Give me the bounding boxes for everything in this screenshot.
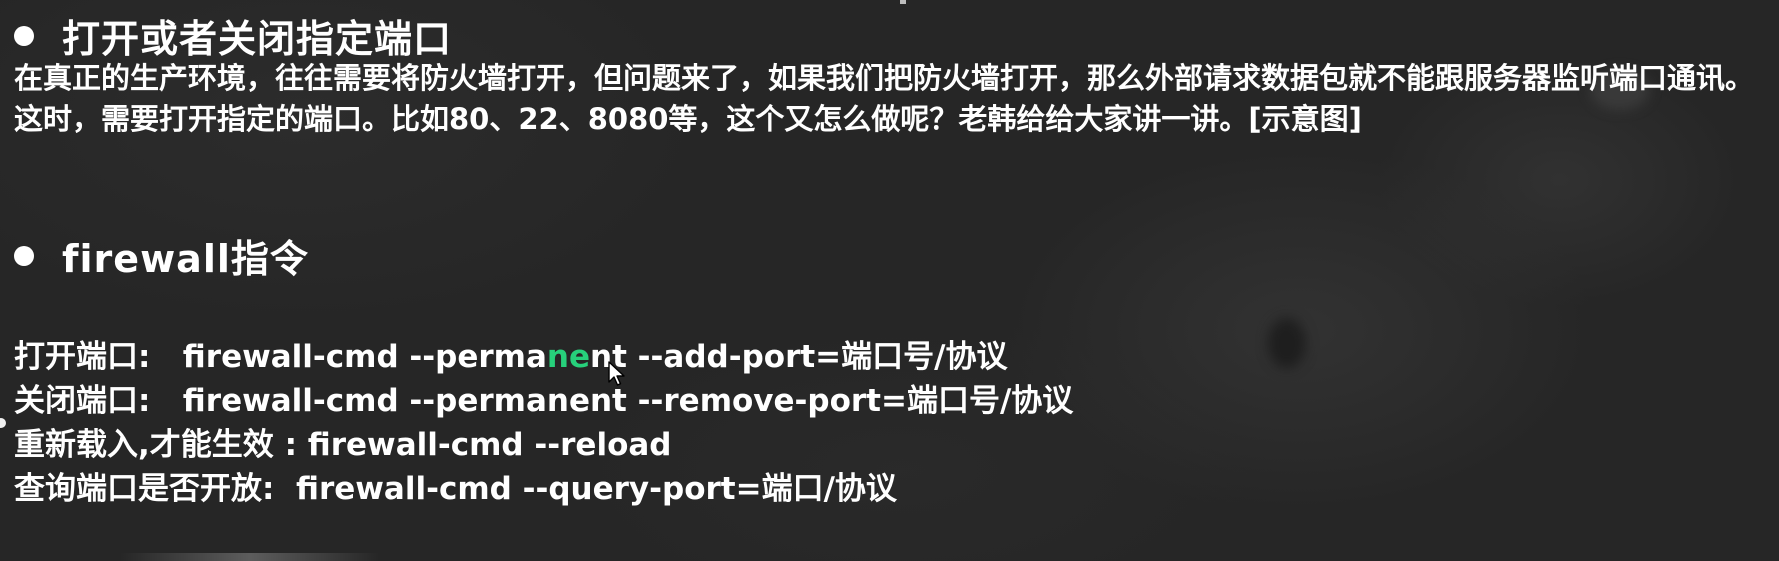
bullet-icon — [14, 245, 34, 266]
edge-dot-icon — [0, 418, 6, 428]
intro-paragraph: 在真正的生产环境，往往需要将防火墙打开，但问题来了，如果我们把防火墙打开，那么外… — [14, 61, 1755, 136]
command-close-port: 关闭端口: firewall-cmd --permanent --remove-… — [14, 379, 1754, 423]
command-reload: 重新载入,才能生效 : firewall-cmd --reload — [14, 423, 1754, 467]
command-query-port: 查询端口是否开放: firewall-cmd --query-port=端口/协… — [14, 467, 1754, 511]
command-text: firewall-cmd --query-port=端口/协议 — [296, 471, 897, 507]
command-text-part: nt --add-port=端口号/协议 — [590, 339, 1008, 375]
section-heading-ports: 打开或者关闭指定端口 — [14, 8, 452, 63]
top-edge-mark — [900, 0, 906, 4]
bottom-cut-off-text — [120, 553, 380, 561]
command-list: 打开端口: firewall-cmd --permanent --add-por… — [14, 335, 1754, 511]
command-label: 打开端口: — [14, 339, 151, 375]
highlighted-text: ne — [546, 339, 590, 375]
mouse-cursor-icon — [608, 361, 625, 386]
command-label: 关闭端口: — [14, 383, 151, 419]
command-text: firewall-cmd --permanent --remove-port=端… — [182, 383, 1074, 419]
command-text: firewall-cmd --permanent --add-port=端口号/… — [183, 339, 1008, 375]
heading-text: firewall指令 — [62, 237, 309, 281]
command-text-part: firewall-cmd --perma — [182, 339, 547, 375]
command-label: 重新载入,才能生效 : — [14, 427, 297, 463]
command-text: firewall-cmd --reload — [307, 427, 672, 463]
bullet-icon — [14, 25, 34, 46]
command-open-port: 打开端口: firewall-cmd --permanent --add-por… — [14, 335, 1754, 379]
heading-text: 打开或者关闭指定端口 — [62, 17, 453, 61]
slide: 打开或者关闭指定端口 在真正的生产环境，往往需要将防火墙打开，但问题来了，如果我… — [0, 0, 1779, 561]
command-label: 查询端口是否开放: — [14, 471, 275, 507]
section-heading-firewall: firewall指令 — [14, 228, 309, 283]
